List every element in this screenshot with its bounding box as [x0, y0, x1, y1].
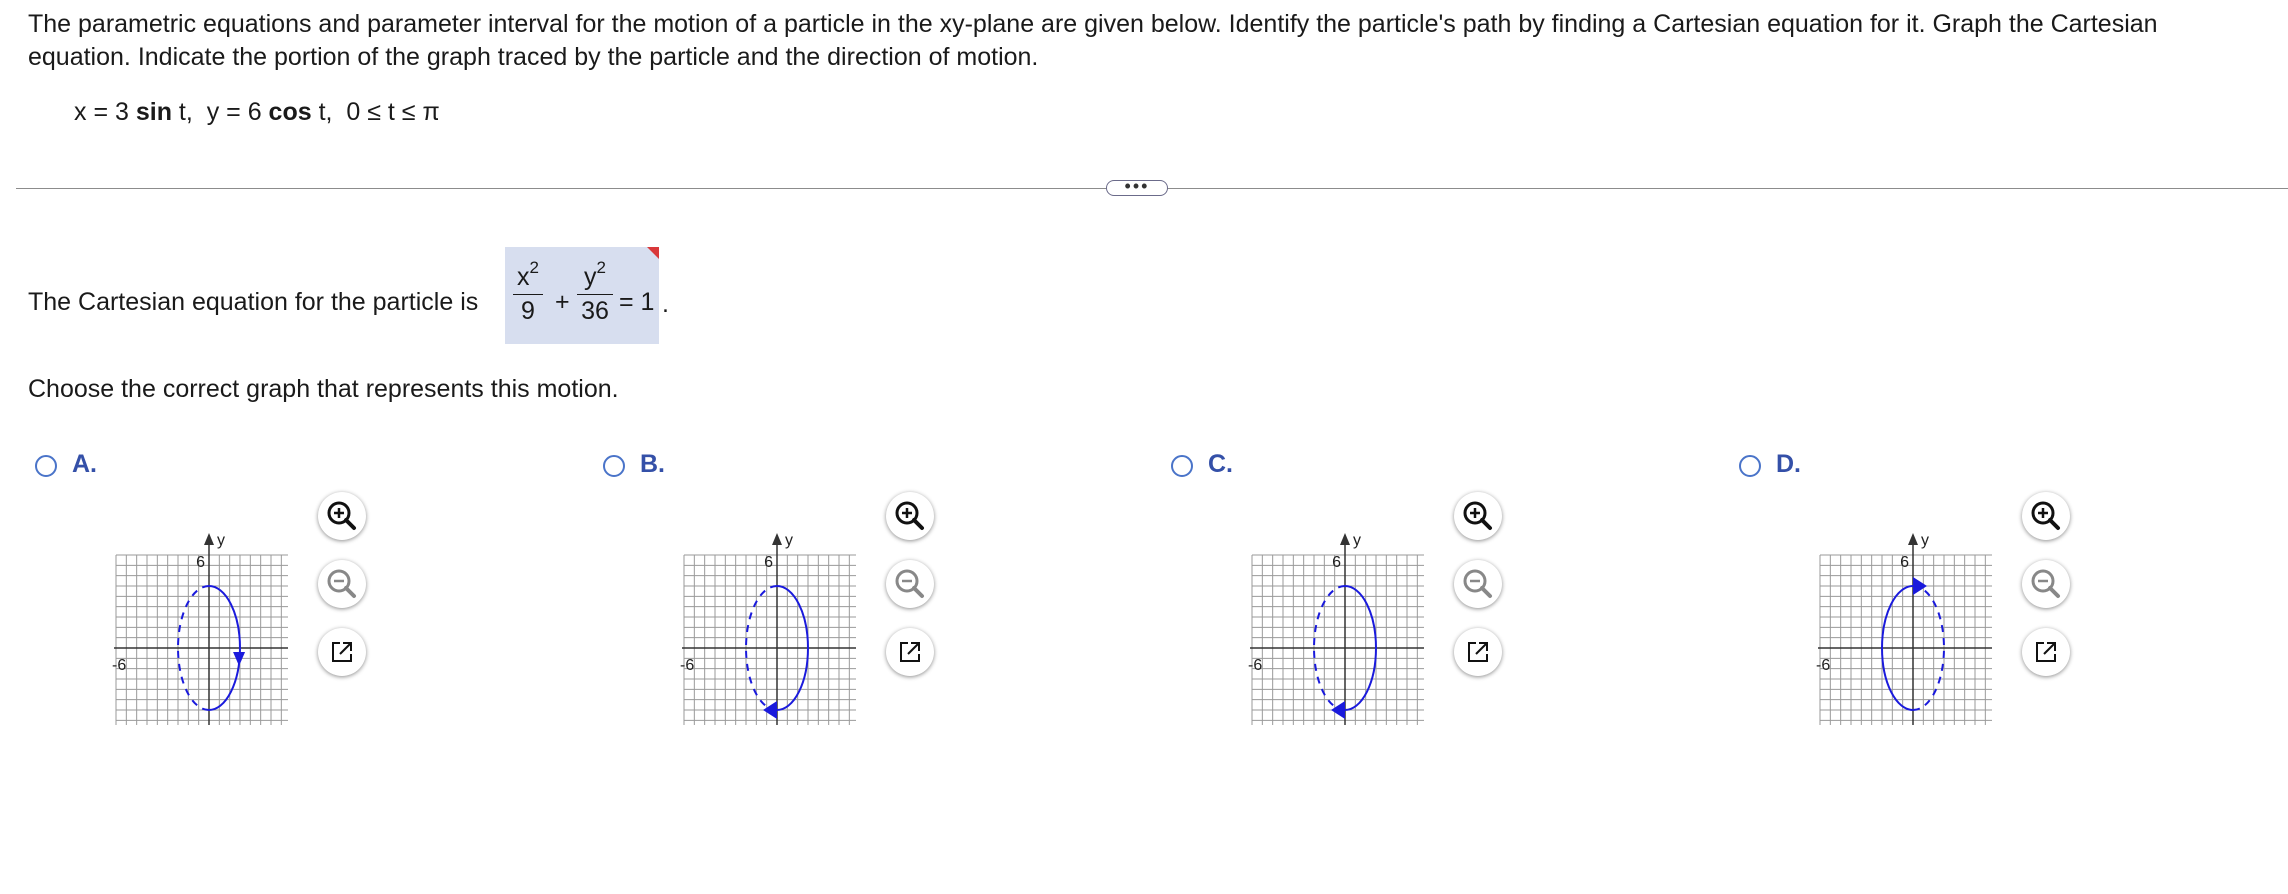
option-c-graph: yx6-6-66: [1248, 532, 1424, 725]
answer-input-box[interactable]: x2 9 + y2 36 = 1: [505, 247, 659, 344]
zoom-out-icon: [1463, 569, 1492, 598]
direction-arrow: [1331, 701, 1345, 719]
fraction-x: x2 9: [513, 253, 543, 325]
popout-icon: [1468, 642, 1488, 662]
grid-lines: [1819, 554, 1992, 725]
zoom-in-icon: [2031, 501, 2060, 530]
zoom-in-icon: [895, 501, 924, 530]
y-axis-arrow: [204, 533, 214, 545]
option-a[interactable]: A. yx6-6-66: [30, 450, 630, 740]
option-d-zoom-in-button[interactable]: [2022, 492, 2070, 540]
y-tick-top: 6: [1332, 554, 1341, 571]
direction-arrow: [233, 652, 246, 666]
y-axis-arrow: [1908, 533, 1918, 545]
option-d-label[interactable]: D.: [1776, 450, 1801, 479]
plus-sign: +: [555, 288, 570, 316]
option-d-radio[interactable]: [1739, 455, 1761, 477]
option-d[interactable]: D. yx6-6-66: [1734, 450, 2288, 740]
option-b-graph: yx6-6-66: [680, 532, 856, 725]
option-b-radio[interactable]: [603, 455, 625, 477]
popout-icon: [332, 642, 352, 662]
option-c[interactable]: C. yx6-6-66: [1166, 450, 1766, 740]
option-a-label[interactable]: A.: [72, 450, 97, 479]
x-tick-left: -6: [1816, 657, 1830, 674]
option-c-zoom-out-button[interactable]: [1454, 560, 1502, 608]
option-b-popout-button[interactable]: [886, 628, 934, 676]
expand-button[interactable]: •••: [1106, 177, 1168, 196]
popout-icon: [900, 642, 920, 662]
y-axis-arrow: [1340, 533, 1350, 545]
zoom-out-icon: [327, 569, 356, 598]
direction-arrow: [763, 701, 777, 719]
y-axis-label: y: [1921, 532, 1929, 549]
option-b-zoom-in-button[interactable]: [886, 492, 934, 540]
option-a-zoom-in-button[interactable]: [318, 492, 366, 540]
answer-flag-icon: [647, 247, 659, 259]
answer-prefix: The Cartesian equation for the particle …: [28, 288, 479, 316]
option-d-graph: yx6-6-66: [1816, 532, 1992, 725]
x-tick-left: -6: [1248, 657, 1262, 674]
grid-lines: [1251, 554, 1424, 725]
zoom-out-icon: [2031, 569, 2060, 598]
x-tick-left: -6: [680, 657, 694, 674]
answer-period: .: [662, 290, 669, 318]
choose-prompt: Choose the correct graph that represents…: [28, 375, 619, 403]
option-c-label[interactable]: C.: [1208, 450, 1233, 479]
y-axis-arrow: [772, 533, 782, 545]
popout-icon: [2036, 642, 2056, 662]
equals-one: = 1: [619, 288, 655, 316]
fraction-y: y2 36: [577, 253, 613, 325]
y-axis-label: y: [217, 532, 225, 549]
parametric-equation: x = 3 sin t, y = 6 cos t, 0 ≤ t ≤ π: [74, 98, 440, 126]
option-b-zoom-out-button[interactable]: [886, 560, 934, 608]
x-tick-left: -6: [112, 657, 126, 674]
option-b[interactable]: B. yx6-6-66: [598, 450, 1198, 740]
y-axis-label: y: [785, 532, 793, 549]
question-text: The parametric equations and parameter i…: [28, 10, 2158, 71]
zoom-in-icon: [1463, 501, 1492, 530]
option-b-label[interactable]: B.: [640, 450, 665, 479]
direction-arrow: [1913, 577, 1927, 595]
option-a-popout-button[interactable]: [318, 628, 366, 676]
option-d-popout-button[interactable]: [2022, 628, 2070, 676]
option-a-zoom-out-button[interactable]: [318, 560, 366, 608]
y-axis-label: y: [1353, 532, 1361, 549]
option-a-radio[interactable]: [35, 455, 57, 477]
y-tick-top: 6: [196, 554, 205, 571]
grid-lines: [683, 554, 856, 725]
zoom-out-icon: [895, 569, 924, 598]
y-tick-top: 6: [764, 554, 773, 571]
zoom-in-icon: [327, 501, 356, 530]
option-c-popout-button[interactable]: [1454, 628, 1502, 676]
option-a-graph: yx6-6-66: [112, 532, 288, 725]
option-c-zoom-in-button[interactable]: [1454, 492, 1502, 540]
y-tick-top: 6: [1900, 554, 1909, 571]
grid-lines: [115, 554, 288, 725]
option-c-radio[interactable]: [1171, 455, 1193, 477]
option-d-zoom-out-button[interactable]: [2022, 560, 2070, 608]
